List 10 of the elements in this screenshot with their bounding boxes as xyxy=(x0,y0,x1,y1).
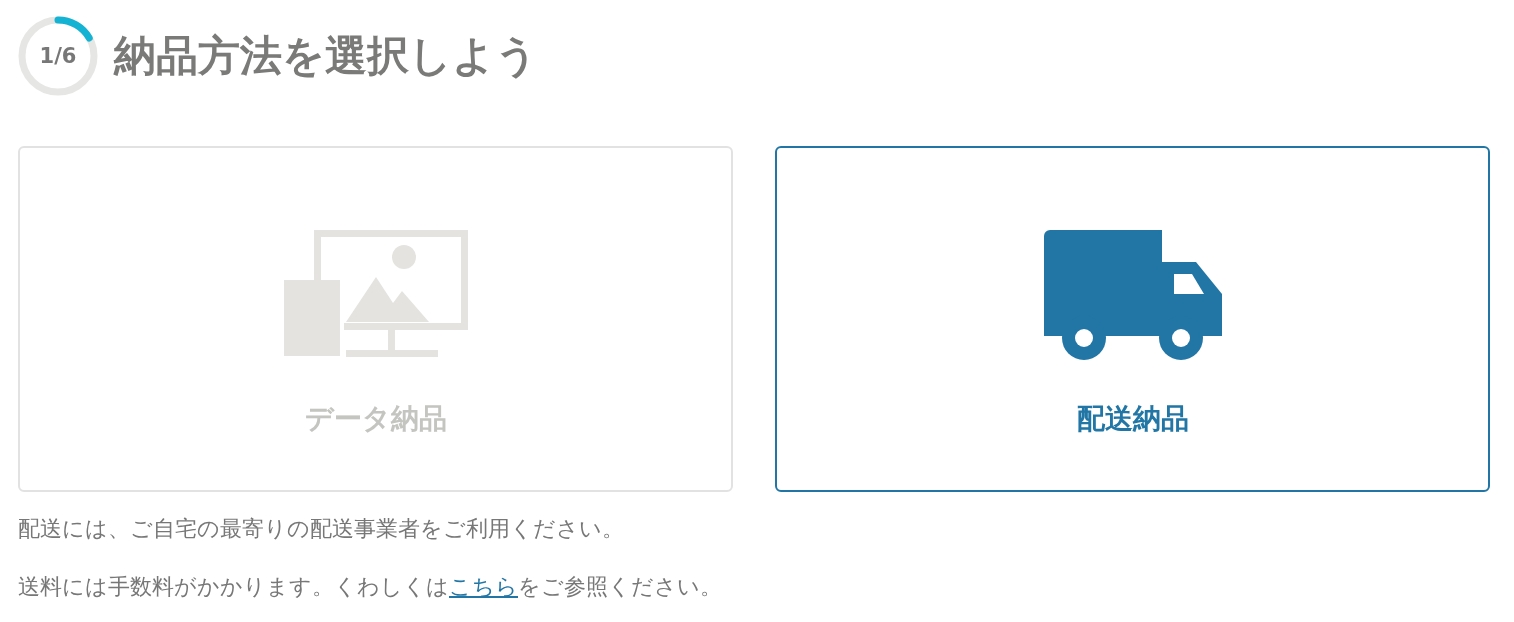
option-label: データ納品 xyxy=(304,401,447,437)
picture-monitor-icon xyxy=(283,230,468,360)
step-counter: 1/6 xyxy=(39,44,77,68)
note-text: 送料には手数料がかかります。くわしくは こちら をご参照ください。 xyxy=(18,573,722,601)
option-card[interactable]: 配送納品 xyxy=(775,146,1490,492)
option-label: 配送納品 xyxy=(1076,401,1189,437)
note-text: 配送には、ご自宅の最寄りの配送事業者をご利用ください。 xyxy=(18,515,624,543)
page-title: 納品方法を選択しよう xyxy=(114,30,538,82)
truck-icon xyxy=(1043,230,1222,360)
details-link[interactable]: こちら xyxy=(449,574,518,599)
